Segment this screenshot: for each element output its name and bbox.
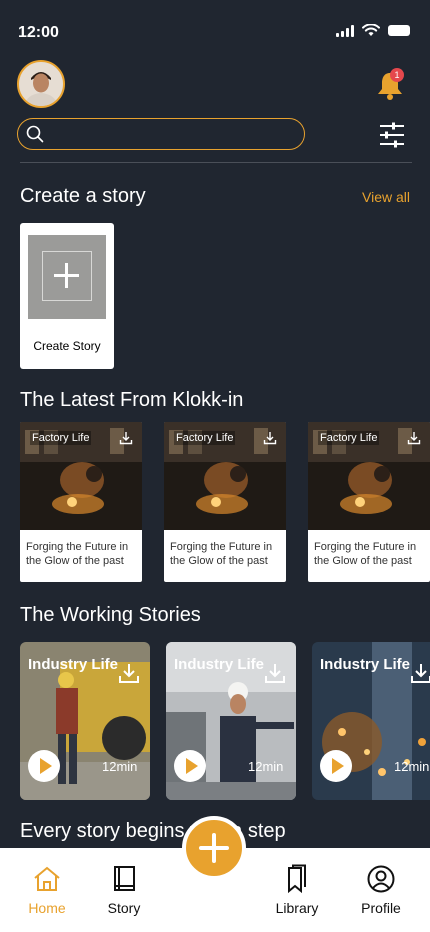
create-section-title: Create a story <box>20 185 146 207</box>
user-circle-icon <box>367 865 395 893</box>
story-tag: Industry Life <box>320 656 411 673</box>
download-icon[interactable] <box>410 662 430 684</box>
story-tag: Industry Life <box>174 656 265 673</box>
add-story-fab[interactable] <box>182 816 246 880</box>
filter-sliders-icon[interactable] <box>378 121 406 149</box>
search-input[interactable] <box>17 118 305 150</box>
working-story-card[interactable]: Industry Life 12min <box>312 642 430 800</box>
story-caption: Forging the Future in the Glow of the pa… <box>314 541 417 567</box>
download-icon[interactable] <box>119 431 133 445</box>
nav-item-library[interactable]: Library <box>262 864 332 916</box>
home-icon <box>34 866 60 891</box>
story-tag: Factory Life <box>30 431 92 445</box>
download-icon[interactable] <box>118 662 140 684</box>
working-story-card[interactable]: Industry Life 12min <box>20 642 150 800</box>
story-tag: Factory Life <box>174 431 236 445</box>
play-button[interactable] <box>174 750 206 782</box>
create-story-card[interactable]: Create Story <box>20 223 114 369</box>
status-icons <box>336 24 410 37</box>
download-icon[interactable] <box>407 431 421 445</box>
nav-label-home: Home <box>28 900 66 916</box>
battery-icon <box>388 25 410 36</box>
story-caption: Forging the Future in the Glow of the pa… <box>26 541 129 567</box>
create-story-label: Create Story <box>33 339 101 353</box>
bookmarks-icon <box>288 864 306 894</box>
latest-section-title: The Latest From Klokk-in <box>20 389 244 411</box>
next-section-title: Every story begins with a step <box>20 820 286 842</box>
latest-story-card[interactable]: Factory Life Forging the Future in the G… <box>164 422 286 582</box>
nav-label-library: Library <box>275 900 319 916</box>
story-duration: 12min <box>102 759 138 774</box>
play-button[interactable] <box>320 750 352 782</box>
working-story-card[interactable]: Industry Life 12min <box>166 642 296 800</box>
working-section-title: The Working Stories <box>20 604 201 626</box>
status-bar: 12:00 <box>0 0 430 60</box>
create-story-thumbnail <box>28 235 106 319</box>
wifi-icon <box>362 24 380 36</box>
book-icon <box>114 866 135 891</box>
download-icon[interactable] <box>264 662 286 684</box>
nav-item-home[interactable]: Home <box>12 864 82 916</box>
notification-badge: 1 <box>390 68 404 82</box>
play-button[interactable] <box>28 750 60 782</box>
story-caption: Forging the Future in the Glow of the pa… <box>170 541 273 567</box>
avatar[interactable] <box>17 60 65 108</box>
story-tag: Factory Life <box>318 431 380 445</box>
story-duration: 12min <box>248 759 284 774</box>
latest-story-card[interactable]: Factory Life Forging the Future in the G… <box>20 422 142 582</box>
nav-label-profile: Profile <box>361 900 401 916</box>
story-tag: Industry Life <box>28 656 119 673</box>
avatar-image <box>19 62 63 106</box>
search-icon <box>26 125 44 143</box>
nav-label-story: Story <box>107 900 141 916</box>
signal-icon <box>336 24 354 37</box>
download-icon[interactable] <box>263 431 277 445</box>
nav-item-profile[interactable]: Profile <box>346 864 416 916</box>
status-time: 12:00 <box>18 24 59 41</box>
header-divider <box>20 162 412 163</box>
plus-icon <box>199 833 229 863</box>
view-all-link[interactable]: View all <box>362 189 410 205</box>
story-duration: 12min <box>394 759 430 774</box>
latest-story-card[interactable]: Factory Life Forging the Future in the G… <box>308 422 430 582</box>
plus-icon <box>42 251 92 301</box>
nav-item-story[interactable]: Story <box>89 864 159 916</box>
